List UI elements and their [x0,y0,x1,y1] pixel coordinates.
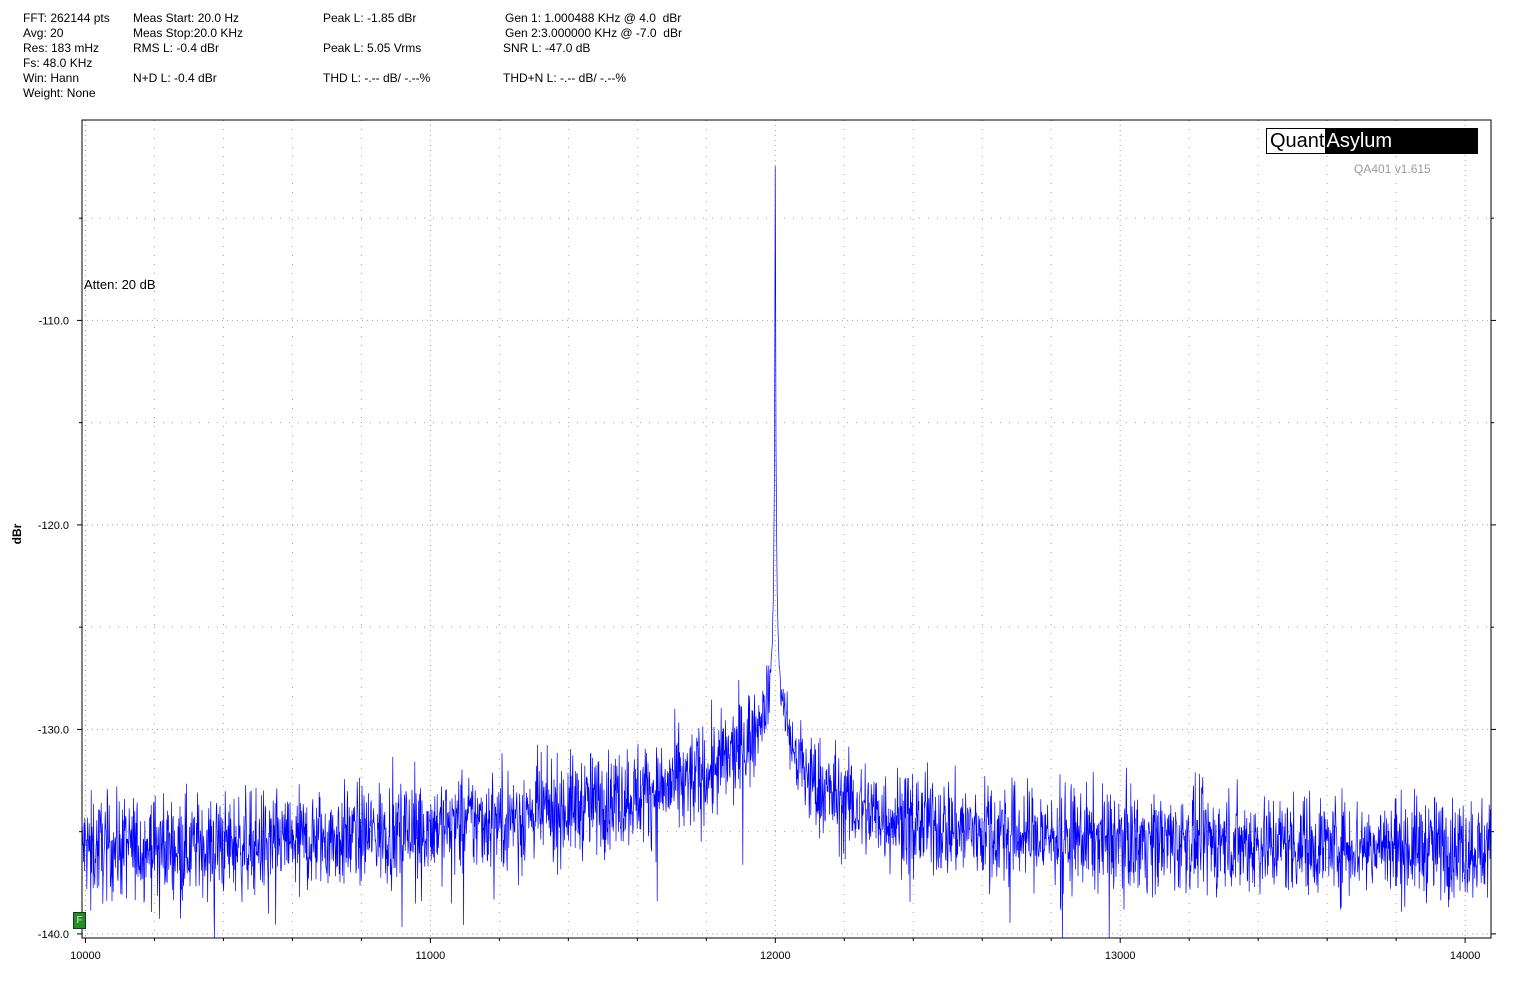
x-tick-label: 10000 [70,950,101,962]
logo-left-text: Quant [1267,129,1326,153]
y-tick-label: -130.0 [38,724,69,736]
y-axis-label: dBr [10,523,24,545]
version-label: QA401 v1.615 [1354,162,1431,176]
quantasylum-logo: Quant Asylum [1266,128,1478,154]
trace-layer [81,166,1492,939]
x-tick-label: 12000 [760,950,791,962]
logo-right-text: Asylum [1325,129,1477,153]
y-tick-label: -120.0 [38,520,69,532]
y-tick-label: -140.0 [38,929,69,941]
marker-button[interactable]: F [73,912,86,929]
x-tick-label: 13000 [1105,950,1136,962]
spectrum-trace [81,166,1492,939]
attenuation-label: Atten: 20 dB [84,277,156,292]
x-tick-label: 11000 [415,950,445,962]
x-tick-label: 14000 [1450,950,1481,962]
y-tick-label: -110.0 [39,315,69,327]
